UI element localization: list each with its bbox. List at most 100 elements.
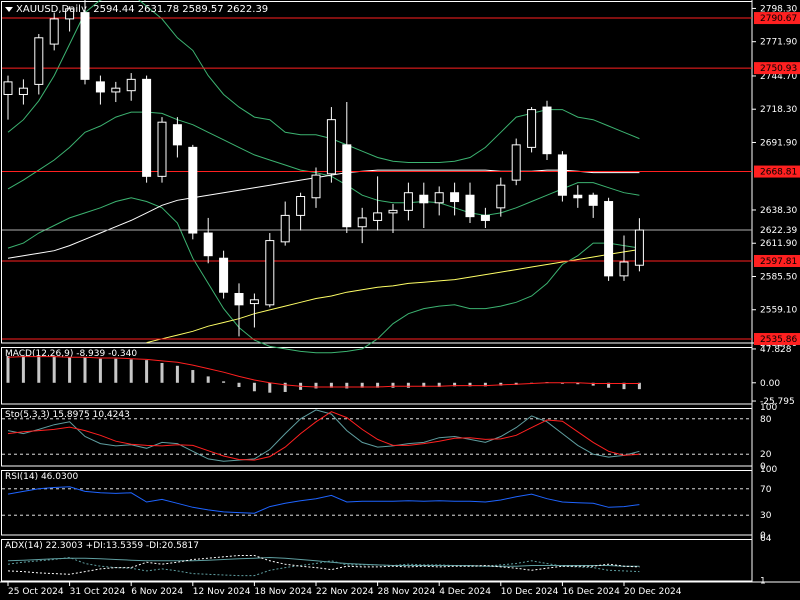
candle <box>280 201 290 246</box>
di-minus-line <box>7 555 640 575</box>
candle-body-up <box>619 261 629 277</box>
candle <box>142 75 152 183</box>
candle-body-down <box>465 194 475 218</box>
candle-body-up <box>434 192 444 204</box>
candle-body-down <box>588 194 598 206</box>
candle-body-down <box>142 78 152 177</box>
candle-body-up <box>357 217 367 228</box>
candle-body-down <box>342 144 352 228</box>
candle <box>95 75 105 105</box>
time-axis-label: 22 Nov 2024 <box>316 587 374 597</box>
rsi-line <box>7 486 640 514</box>
candle-body-up <box>126 78 136 92</box>
macd-histogram-bar <box>160 362 164 383</box>
time-axis-label: 31 Oct 2024 <box>70 587 126 597</box>
candle-body-up <box>403 192 413 211</box>
macd-histogram-bar <box>268 382 272 393</box>
candle-body-down <box>188 146 198 234</box>
candle-body-down <box>450 192 460 203</box>
macd-histogram-bar <box>252 382 256 392</box>
candle <box>357 207 367 244</box>
macd-histogram-bar <box>114 358 118 383</box>
macd-histogram-bar <box>145 360 149 383</box>
candle <box>157 117 167 183</box>
macd-histogram-bar <box>406 382 410 388</box>
candle-body-up <box>496 184 506 209</box>
candle <box>480 207 490 228</box>
candle <box>342 102 352 234</box>
macd-histogram-bar <box>37 355 41 383</box>
candle <box>234 283 244 337</box>
macd-histogram-bar <box>98 358 102 383</box>
candle-body-up <box>634 229 644 266</box>
macd-histogram-bar <box>314 382 318 389</box>
candle <box>219 250 229 299</box>
candle-body-up <box>18 87 28 95</box>
macd-histogram-bar <box>345 382 349 389</box>
stochastic-tick-label: 100 <box>760 403 777 413</box>
candle <box>419 182 429 228</box>
macd-histogram-bar <box>175 365 179 383</box>
macd-histogram-bar <box>222 381 226 383</box>
candle-body-down <box>480 214 490 221</box>
trading-chart[interactable]: 2798.302771.902744.702718.302691.902638.… <box>0 0 800 600</box>
ohlc-readout: 2594.44 2631.78 2589.57 2622.39 <box>93 4 269 15</box>
level-price-label: 2750.93 <box>760 64 797 74</box>
time-axis-label: 20 Dec 2024 <box>624 587 682 597</box>
adx-tick-label: 64 <box>760 534 772 544</box>
rsi-tick-label: 70 <box>760 485 772 495</box>
candle <box>588 192 598 218</box>
candle-body-down <box>234 292 244 306</box>
bollinger-lower-line <box>7 197 640 354</box>
adx-label: ADX(14) 22.3003 +DI:13.5359 -DI:20.5817 <box>5 541 199 551</box>
macd-histogram-bar <box>206 376 210 383</box>
symbol-title: XAUUSD,Daily 2594.44 2631.78 2589.57 262… <box>16 4 268 15</box>
macd-histogram-bar <box>6 355 10 383</box>
stochastic-tick-label: 80 <box>760 415 772 425</box>
candle <box>403 182 413 221</box>
candle-body-down <box>542 106 552 155</box>
candle <box>527 107 537 153</box>
candle <box>3 75 13 120</box>
candle <box>465 182 475 223</box>
macd-histogram-bar <box>283 382 287 392</box>
time-axis-label: 25 Oct 2024 <box>8 587 64 597</box>
candle-body-up <box>527 109 537 148</box>
stochastic-tick-label: 20 <box>760 450 772 460</box>
candle-body-up <box>265 240 275 306</box>
macd-histogram-bar <box>237 382 241 388</box>
candle-body-up <box>326 119 336 175</box>
moving-average-white-line <box>7 169 640 259</box>
candle <box>434 186 444 216</box>
candle-body-up <box>311 174 321 199</box>
rsi-tick-label: 30 <box>760 511 772 521</box>
macd-histogram-bar <box>21 355 25 383</box>
time-axis-label: 4 Dec 2024 <box>439 587 491 597</box>
price-tick-label: 2638.30 <box>760 206 797 216</box>
symbol-menu-caret-icon[interactable] <box>5 7 13 12</box>
candle-body-up <box>49 18 59 45</box>
candle-body-down <box>172 124 182 146</box>
level-price-label: 2668.81 <box>760 168 797 178</box>
candle <box>450 182 460 216</box>
price-tick-label: 2691.90 <box>760 138 797 148</box>
candle-body-up <box>388 209 398 214</box>
candle <box>604 197 614 281</box>
candle-body-down <box>573 194 583 199</box>
candle <box>18 79 28 105</box>
candle <box>111 81 121 103</box>
level-price-label: 2535.86 <box>760 335 797 345</box>
candle-body-up <box>34 37 44 85</box>
candle-body-up <box>3 81 13 95</box>
adx-tick-label: 1 <box>760 576 766 586</box>
candle-body-down <box>80 12 90 80</box>
candle <box>388 204 398 234</box>
macd-histogram-bar <box>83 357 87 383</box>
candle-body-down <box>219 257 229 293</box>
candle-body-up <box>373 212 383 221</box>
candle <box>203 217 213 264</box>
macd-histogram-bar <box>391 382 395 388</box>
time-axis-label: 18 Nov 2024 <box>254 587 312 597</box>
candle-body-down <box>95 81 105 93</box>
candle <box>557 151 567 202</box>
